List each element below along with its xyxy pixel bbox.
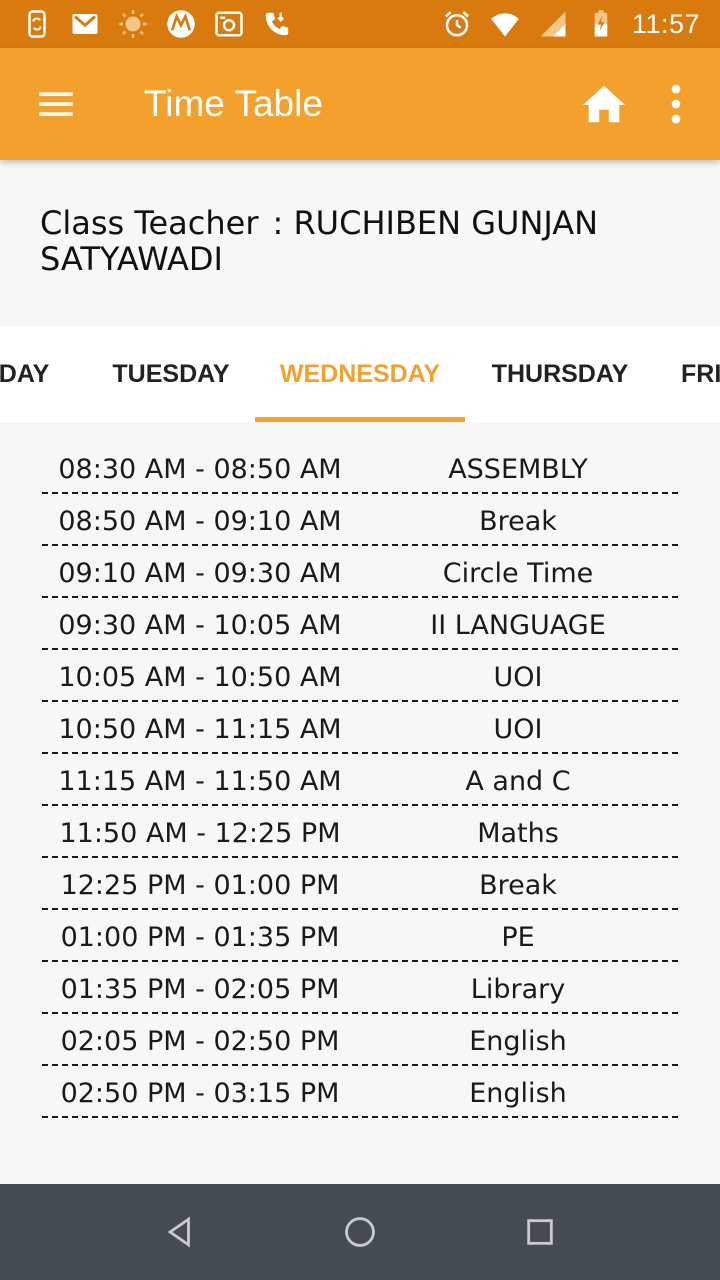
table-row: 02:05 PM - 02:50 PM English [42, 1014, 678, 1066]
table-row: 01:35 PM - 02:05 PM Library [42, 962, 678, 1014]
signal-icon [536, 7, 570, 41]
phone-call-icon [260, 7, 294, 41]
tab-monday[interactable]: NDAY [0, 326, 70, 422]
recents-icon [527, 1219, 553, 1245]
alarm-icon [440, 7, 474, 41]
period-time: 02:50 PM - 03:15 PM [60, 1077, 340, 1109]
table-row: 02:50 PM - 03:15 PM English [42, 1066, 678, 1118]
period-subject: English [469, 1025, 567, 1057]
home-nav-button[interactable] [333, 1205, 387, 1259]
battery-icon [584, 7, 618, 41]
class-teacher-label: Class Teacher [40, 204, 259, 242]
notification-icons [20, 7, 294, 41]
tab-tuesday[interactable]: TUESDAY [92, 326, 250, 422]
period-subject: Maths [477, 817, 559, 849]
menu-button[interactable] [0, 48, 112, 160]
table-row: 08:50 AM - 09:10 AM Break [42, 494, 678, 546]
gmail-icon [68, 7, 102, 41]
clock: 11:57 [631, 8, 700, 39]
table-row: 10:05 AM - 10:50 AM UOI [42, 650, 678, 702]
period-time: 12:25 PM - 01:00 PM [60, 869, 340, 901]
period-time: 01:35 PM - 02:05 PM [60, 973, 340, 1005]
app-bar: Time Table [0, 48, 720, 160]
period-time: 09:10 AM - 09:30 AM [58, 557, 342, 589]
period-subject: UOI [493, 661, 543, 693]
period-time: 02:05 PM - 02:50 PM [60, 1025, 340, 1057]
status-bar: 11:57 [0, 0, 720, 48]
wifi-icon [488, 7, 522, 41]
motorola-icon [164, 7, 198, 41]
period-time: 10:05 AM - 10:50 AM [58, 661, 342, 693]
back-button[interactable] [153, 1205, 207, 1259]
sun-icon [116, 7, 150, 41]
camera-icon [212, 7, 246, 41]
period-subject: II LANGUAGE [430, 609, 606, 641]
period-subject: ASSEMBLY [448, 453, 588, 485]
tab-thursday[interactable]: THURSDAY [470, 326, 650, 422]
home-icon [582, 85, 626, 123]
tab-wednesday[interactable]: WEDNESDAY [255, 326, 465, 422]
class-teacher: Class Teacher: RUCHIBEN GUNJAN SATYAWADI [40, 205, 680, 277]
home-button[interactable] [568, 48, 640, 160]
period-subject: Library [470, 973, 566, 1005]
table-row: 12:25 PM - 01:00 PM Break [42, 858, 678, 910]
table-row: 10:50 AM - 11:15 AM UOI [42, 702, 678, 754]
home-circle-icon [345, 1217, 375, 1247]
period-subject: Circle Time [442, 557, 594, 589]
phone-sync-icon [20, 7, 54, 41]
period-time: 09:30 AM - 10:05 AM [58, 609, 342, 641]
recents-button[interactable] [513, 1205, 567, 1259]
period-time: 08:50 AM - 09:10 AM [58, 505, 342, 537]
hamburger-menu-icon [39, 92, 73, 116]
day-tabs: NDAY TUESDAY WEDNESDAY THURSDAY FRI [0, 326, 720, 422]
period-subject: Break [479, 869, 557, 901]
system-nav-bar [0, 1184, 720, 1280]
period-time: 11:15 AM - 11:50 AM [58, 765, 342, 797]
table-row: 01:00 PM - 01:35 PM PE [42, 910, 678, 962]
overflow-menu-button[interactable] [640, 48, 712, 160]
table-row: 11:15 AM - 11:50 AM A and C [42, 754, 678, 806]
system-icons: 11:57 [440, 7, 700, 41]
period-subject: UOI [493, 713, 543, 745]
page-title: Time Table [144, 83, 323, 124]
period-subject: English [469, 1077, 567, 1109]
period-subject: PE [501, 921, 535, 953]
more-vert-icon [671, 84, 681, 124]
period-subject: A and C [465, 765, 571, 797]
period-time: 10:50 AM - 11:15 AM [58, 713, 342, 745]
period-time: 01:00 PM - 01:35 PM [60, 921, 340, 953]
table-row: 11:50 AM - 12:25 PM Maths [42, 806, 678, 858]
table-row: 09:30 AM - 10:05 AM II LANGUAGE [42, 598, 678, 650]
table-row: 09:10 AM - 09:30 AM Circle Time [42, 546, 678, 598]
period-subject: Break [479, 505, 557, 537]
timetable: 08:30 AM - 08:50 AM ASSEMBLY 08:50 AM - 0… [42, 442, 678, 1118]
table-row: 08:30 AM - 08:50 AM ASSEMBLY [42, 442, 678, 494]
period-time: 08:30 AM - 08:50 AM [58, 453, 342, 485]
back-icon [167, 1216, 190, 1248]
tab-friday[interactable]: FRI [670, 326, 720, 422]
period-time: 11:50 AM - 12:25 PM [59, 817, 341, 849]
